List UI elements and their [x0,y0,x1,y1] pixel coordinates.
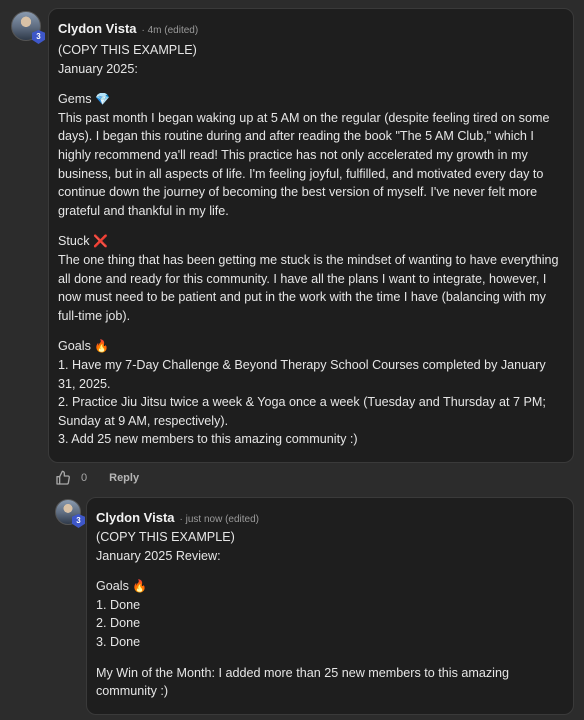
level-badge: 3 [32,30,45,44]
reply-timestamp: · just now (edited) [179,514,259,525]
gem-icon: 💎 [95,92,111,107]
reply-author[interactable]: Clydon Vista [96,510,175,525]
stuck-text: The one thing that has been getting me s… [58,252,559,323]
gems-heading: Gems 💎 [58,92,111,107]
goal-item: 3. Done [96,634,141,649]
reply-body: (COPY THIS EXAMPLE) January 2025 Review:… [96,528,566,701]
goal-item: 2. Done [96,616,141,631]
goal-item: 2. Practice Jiu Jitsu twice a week & Yog… [58,395,546,428]
fire-icon: 🔥 [132,579,148,594]
goals-heading: Goals 🔥 [58,339,110,354]
level-badge: 3 [72,514,85,528]
comment-author[interactable]: Clydon Vista [58,21,137,36]
goals-heading: Goals 🔥 [96,579,148,594]
reply-avatar[interactable]: 3 [55,499,85,528]
comment-timestamp: · 4m (edited) [141,25,199,36]
stuck-heading: Stuck ❌ [58,234,108,249]
avatar[interactable]: 3 [11,11,45,44]
reply-button[interactable]: Reply [109,472,139,484]
fire-icon: 🔥 [94,339,110,354]
win-text: My Win of the Month: I added more than 2… [96,665,509,699]
comment-body: (COPY THIS EXAMPLE) January 2025: Gems 💎… [58,41,566,449]
comment-actions: 0 Reply [55,470,139,486]
comment-line: (COPY THIS EXAMPLE) [58,43,197,57]
comment-line: January 2025: [58,61,138,76]
reply-line: January 2025 Review: [96,548,221,563]
goal-item: 1. Have my 7-Day Challenge & Beyond Ther… [58,357,546,391]
like-count: 0 [81,472,88,484]
cross-mark-icon: ❌ [93,234,108,249]
reply-line: (COPY THIS EXAMPLE) [96,530,235,544]
gems-text: This past month I began waking up at 5 A… [58,110,550,218]
goal-item: 1. Done [96,597,141,612]
thumbs-up-icon[interactable] [55,470,71,486]
comment-bubble: Clydon Vista · 4m (edited) (COPY THIS EX… [48,8,574,463]
goal-item: 3. Add 25 new members to this amazing co… [58,432,358,447]
reply-bubble: Clydon Vista · just now (edited) (COPY T… [86,497,574,715]
